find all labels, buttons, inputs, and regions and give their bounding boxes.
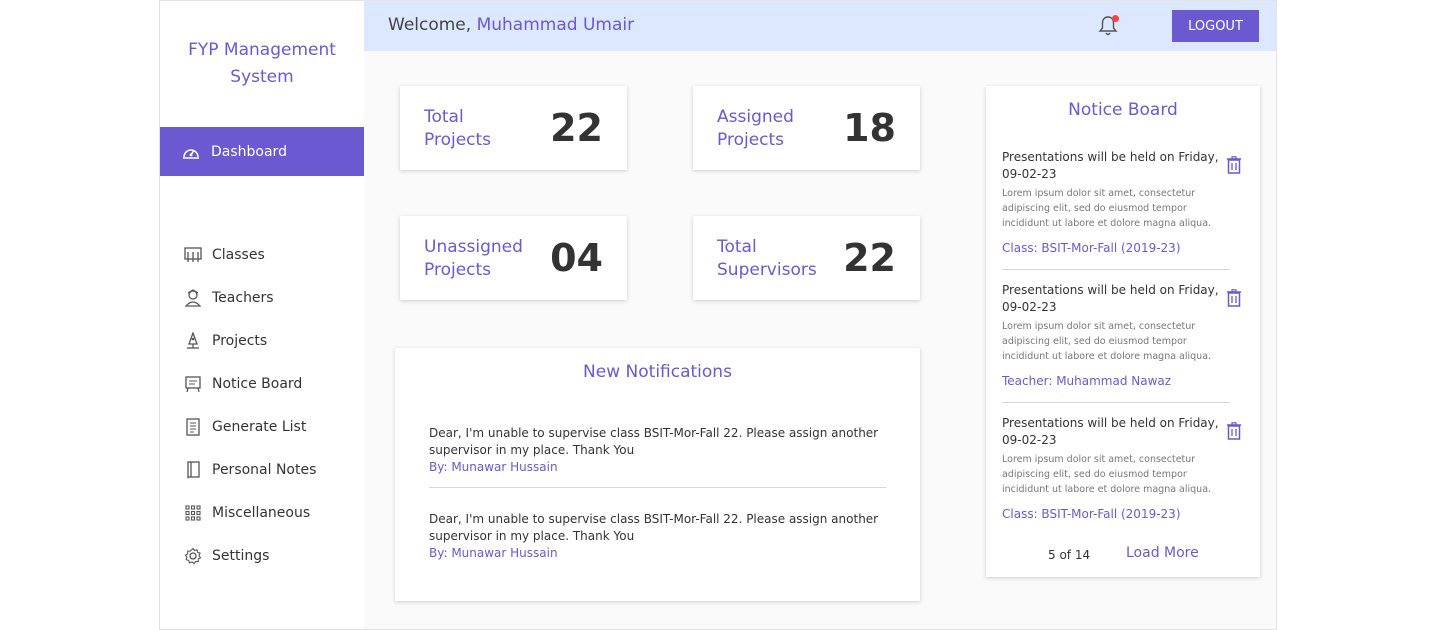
- sidebar-item-label: Projects: [212, 332, 268, 349]
- sidebar-item-label: Teachers: [212, 289, 274, 306]
- sidebar-item-label: Settings: [212, 547, 270, 564]
- sidebar-item-projects[interactable]: Projects: [184, 319, 316, 362]
- stat-label: Unassigned Projects: [424, 236, 544, 282]
- notification-text: Dear, I'm unable to supervise class BSIT…: [429, 512, 879, 543]
- notebook-icon: [184, 460, 202, 479]
- sidebar-item-generate-list[interactable]: Generate List: [184, 405, 316, 448]
- notice-body: Lorem ipsum dolor sit amet, consectetur …: [1002, 188, 1212, 229]
- user-name: Muhammad Umair: [476, 15, 635, 35]
- stat-label: Total Projects: [424, 106, 544, 152]
- sidebar-item-label: Classes: [212, 246, 265, 263]
- notification-bell-button[interactable]: [1098, 15, 1120, 39]
- notice-meta: Teacher: Muhammad Nawaz: [1002, 374, 1172, 388]
- sidebar-item-label: Miscellaneous: [212, 504, 311, 521]
- new-notifications-panel: New Notifications Dear, I'm unable to su…: [395, 348, 920, 601]
- welcome-message: Welcome, Muhammad Umair: [388, 15, 634, 35]
- dashboard-icon: [182, 144, 200, 160]
- brand-line-1: FYP Management: [188, 40, 336, 60]
- delete-notice-button[interactable]: [1226, 156, 1242, 174]
- stat-label-line-1: Unassigned: [424, 237, 523, 257]
- stat-value: 18: [843, 106, 896, 150]
- stat-label-line-1: Total: [717, 237, 757, 257]
- notice-board-title: Notice Board: [1068, 100, 1178, 120]
- trash-icon: [1226, 156, 1242, 178]
- notice-body: Lorem ipsum dolor sit amet, consectetur …: [1002, 454, 1212, 495]
- notification-item[interactable]: Dear, I'm unable to supervise class BSIT…: [429, 511, 886, 562]
- logout-button[interactable]: LOGOUT: [1172, 10, 1259, 42]
- notice-item: Presentations will be held on Friday, 09…: [1002, 415, 1230, 521]
- app-brand: FYP Management System: [160, 37, 364, 91]
- stat-label: Total Supervisors: [717, 236, 837, 282]
- sidebar-item-personal-notes[interactable]: Personal Notes: [184, 448, 316, 491]
- stat-card-unassigned-projects: Unassigned Projects 04: [400, 216, 627, 300]
- divider: [429, 487, 886, 488]
- bell-icon: [1098, 16, 1118, 41]
- notice-heading: Presentations will be held on Friday, 09…: [1002, 416, 1219, 447]
- notifications-title: New Notifications: [583, 362, 732, 382]
- notice-board-panel: Notice Board Presentations will be held …: [986, 86, 1260, 577]
- stat-card-total-supervisors: Total Supervisors 22: [693, 216, 920, 300]
- stat-value: 04: [550, 236, 603, 280]
- notice-heading: Presentations will be held on Friday, 09…: [1002, 150, 1219, 181]
- sidebar-item-teachers[interactable]: Teachers: [184, 276, 316, 319]
- notice-heading: Presentations will be held on Friday, 09…: [1002, 283, 1219, 314]
- unread-indicator-dot: [1112, 15, 1119, 22]
- pagination-status: 5 of 14: [1048, 548, 1091, 562]
- stat-label-line-2: Projects: [424, 130, 492, 150]
- sidebar: FYP Management System Dashboard Classes …: [160, 1, 364, 629]
- notice-body: Lorem ipsum dolor sit amet, consectetur …: [1002, 321, 1212, 362]
- notice-item: Presentations will be held on Friday, 09…: [1002, 149, 1230, 255]
- delete-notice-button[interactable]: [1226, 289, 1242, 307]
- teacher-icon: [184, 288, 202, 307]
- sidebar-item-settings[interactable]: Settings: [184, 534, 316, 577]
- stat-value: 22: [843, 236, 896, 280]
- sidebar-item-dashboard[interactable]: Dashboard: [160, 127, 364, 176]
- sidebar-item-label: Notice Board: [212, 375, 303, 392]
- divider: [1002, 269, 1230, 270]
- notice-item: Presentations will be held on Friday, 09…: [1002, 282, 1230, 388]
- load-more-link[interactable]: Load More: [1126, 545, 1199, 561]
- stat-label-line-2: Projects: [424, 260, 492, 280]
- notification-text: Dear, I'm unable to supervise class BSIT…: [429, 426, 879, 457]
- notification-author: By: Munawar Hussain: [429, 460, 558, 474]
- stat-label-line-2: Projects: [717, 130, 785, 150]
- trash-icon: [1226, 422, 1242, 444]
- app-window: FYP Management System Dashboard Classes …: [159, 0, 1277, 630]
- notice-meta: Class: BSIT-Mor-Fall (2019-23): [1002, 507, 1181, 521]
- sidebar-item-label: Dashboard: [211, 143, 287, 160]
- stat-card-total-projects: Total Projects 22: [400, 86, 627, 170]
- stat-card-assigned-projects: Assigned Projects 18: [693, 86, 920, 170]
- trash-icon: [1226, 289, 1242, 311]
- divider: [1002, 402, 1230, 403]
- sidebar-item-label: Generate List: [212, 418, 307, 435]
- sidebar-nav: Classes Teachers Projects Notice Board G…: [184, 233, 316, 577]
- stat-label-line-1: Assigned: [717, 107, 794, 127]
- top-bar: Welcome, Muhammad Umair LOGOUT: [364, 1, 1276, 51]
- notice-meta: Class: BSIT-Mor-Fall (2019-23): [1002, 241, 1181, 255]
- sidebar-item-notice-board[interactable]: Notice Board: [184, 362, 316, 405]
- delete-notice-button[interactable]: [1226, 422, 1242, 440]
- classroom-icon: [184, 246, 202, 264]
- stat-label-line-1: Total: [424, 107, 464, 127]
- sidebar-item-label: Personal Notes: [212, 461, 317, 478]
- notice-board-icon: [184, 375, 202, 393]
- stat-label: Assigned Projects: [717, 106, 837, 152]
- grid-icon: [184, 504, 202, 522]
- rocket-icon: [184, 331, 202, 350]
- sidebar-item-miscellaneous[interactable]: Miscellaneous: [184, 491, 316, 534]
- stat-label-line-2: Supervisors: [717, 260, 817, 280]
- notification-item[interactable]: Dear, I'm unable to supervise class BSIT…: [429, 425, 886, 476]
- welcome-text: Welcome,: [388, 15, 472, 35]
- brand-line-2: System: [230, 67, 294, 87]
- sidebar-item-classes[interactable]: Classes: [184, 233, 316, 276]
- list-document-icon: [184, 417, 202, 436]
- notification-author: By: Munawar Hussain: [429, 546, 558, 560]
- gear-icon: [184, 547, 202, 565]
- stat-value: 22: [550, 106, 603, 150]
